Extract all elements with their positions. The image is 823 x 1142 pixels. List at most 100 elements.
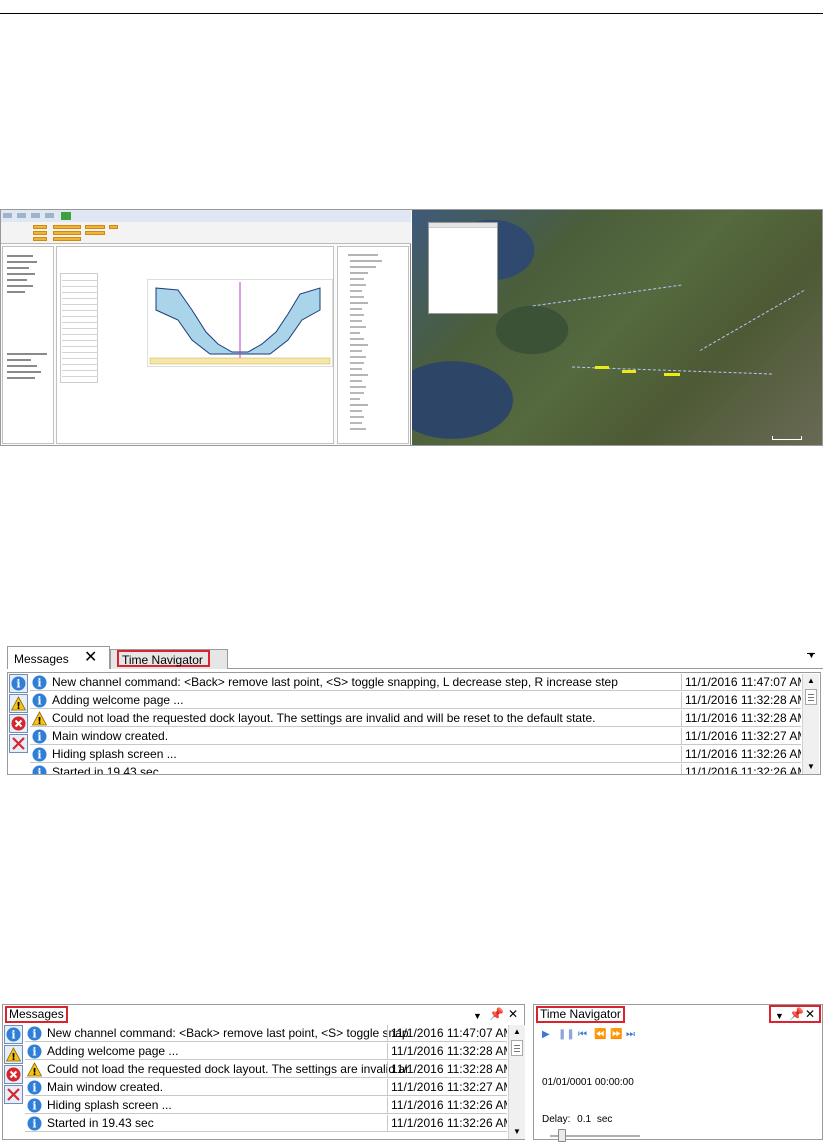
ribbon-button[interactable] [109, 225, 118, 229]
svg-text:i: i [32, 1118, 36, 1131]
tree-item[interactable] [7, 279, 27, 281]
svg-text:i: i [16, 678, 20, 691]
message-text: Adding welcome page ... [52, 693, 184, 707]
scroll-thumb[interactable] [805, 689, 817, 705]
message-row[interactable]: i New channel command: <Back> remove last… [30, 674, 801, 691]
satellite-map-view[interactable] [412, 210, 822, 445]
filter-error-button[interactable] [9, 714, 28, 733]
close-icon[interactable]: ✕ [84, 650, 97, 666]
message-row[interactable]: i Started in 19.43 sec 11/1/2016 11:32:26 … [30, 764, 801, 774]
message-row[interactable]: ! Could not load the requested dock layou… [25, 1061, 507, 1078]
first-frame-icon[interactable]: ⏮ [578, 1029, 587, 1041]
info-icon: i [32, 747, 47, 762]
message-text: Main window created. [47, 1080, 164, 1094]
error-icon [11, 716, 26, 731]
tree-item[interactable] [7, 377, 35, 379]
river-route [532, 284, 682, 307]
ribbon-tab[interactable] [45, 213, 54, 218]
ribbon-button[interactable] [33, 231, 47, 235]
tree-item[interactable] [7, 353, 47, 355]
filter-info-button[interactable]: i [9, 674, 28, 693]
message-row[interactable]: i Started in 19.43 sec 11/1/2016 11:32:26 … [25, 1115, 507, 1132]
filter-info-button[interactable]: i [4, 1025, 23, 1044]
properties-title-bar [429, 223, 497, 228]
messages-grid: i New channel command: <Back> remove last… [25, 1025, 507, 1139]
table-row [62, 370, 98, 371]
message-row[interactable]: i Hiding splash screen ... 11/1/2016 11:32… [25, 1097, 507, 1114]
scroll-up-icon[interactable]: ▲ [509, 1025, 525, 1039]
tree-item[interactable] [7, 273, 35, 275]
tree-item[interactable] [7, 255, 33, 257]
step-back-icon[interactable]: ⏪ [594, 1029, 606, 1041]
scroll-up-icon[interactable]: ▲ [803, 674, 819, 688]
cross-section-table[interactable] [60, 273, 98, 383]
tree-item[interactable] [7, 371, 41, 373]
close-icon[interactable]: ✕ [508, 1007, 518, 1021]
ribbon-tab-active[interactable] [61, 212, 71, 220]
panel-menu-arrow-icon[interactable]: ▼ [473, 1009, 482, 1023]
message-row[interactable]: i Adding welcome page ... 11/1/2016 11:32:… [25, 1043, 507, 1060]
info-icon: i [27, 1044, 42, 1059]
message-filter-bar: i ! [4, 1025, 23, 1104]
table-row [62, 310, 98, 311]
tree-item[interactable] [7, 261, 37, 263]
scroll-thumb[interactable] [511, 1040, 523, 1056]
pin-icon[interactable]: 📌 [489, 1007, 504, 1021]
scroll-down-icon[interactable]: ▼ [509, 1125, 525, 1139]
messages-scrollbar[interactable]: ▲ ▼ [508, 1025, 525, 1139]
message-time: 11/1/2016 11:32:26 AM [685, 765, 801, 774]
tree-item[interactable] [7, 291, 25, 293]
panel-menu-arrow-icon[interactable]: ▼ [775, 1009, 784, 1023]
clear-messages-button[interactable] [4, 1085, 23, 1104]
tab-time-navigator[interactable]: Time Navigator [110, 649, 228, 669]
ribbon-tab[interactable] [17, 213, 26, 218]
filter-warning-button[interactable]: ! [9, 694, 28, 713]
info-icon: i [27, 1098, 42, 1113]
message-row[interactable]: i New channel command: <Back> remove last… [25, 1025, 507, 1042]
ribbon-button[interactable] [33, 225, 47, 229]
error-icon [6, 1067, 21, 1082]
dock-menu-arrow-icon[interactable]: ▼ [807, 651, 816, 660]
close-icon[interactable]: ✕ [805, 1007, 815, 1021]
pin-icon[interactable]: 📌 [789, 1007, 804, 1021]
message-row[interactable]: i Main window created. 11/1/2016 11:32:27 … [30, 728, 801, 745]
scroll-down-icon[interactable]: ▼ [803, 760, 819, 774]
svg-text:i: i [32, 1028, 36, 1041]
ribbon-button[interactable] [53, 237, 81, 241]
last-frame-icon[interactable]: ⏭ [626, 1029, 635, 1041]
map-scale-bar [772, 436, 802, 440]
slider-knob[interactable] [558, 1129, 566, 1142]
tree-item[interactable] [7, 267, 29, 269]
ribbon-button[interactable] [85, 231, 105, 235]
play-icon[interactable]: ▶ [542, 1029, 550, 1041]
column-divider [681, 710, 682, 727]
filter-error-button[interactable] [4, 1065, 23, 1084]
message-row[interactable]: i Adding welcome page ... 11/1/2016 11:32:… [30, 692, 801, 709]
svg-text:!: ! [11, 1052, 16, 1062]
ribbon-tab[interactable] [31, 213, 40, 218]
message-row[interactable]: i Hiding splash screen ... 11/1/2016 11:32… [30, 746, 801, 763]
column-divider [387, 1079, 388, 1096]
time-navigator-header: Time Navigator ▼ 📌 ✕ [534, 1005, 822, 1024]
tree-item[interactable] [7, 365, 37, 367]
delay-slider[interactable] [550, 1129, 640, 1142]
tree-item[interactable] [7, 359, 31, 361]
ribbon-button[interactable] [53, 225, 81, 229]
ribbon-button[interactable] [33, 237, 47, 241]
pause-icon[interactable]: ❚❚ [558, 1029, 575, 1041]
filter-warning-button[interactable]: ! [4, 1045, 23, 1064]
svg-text:i: i [32, 1100, 36, 1113]
messages-scrollbar[interactable]: ▲ ▼ [802, 674, 819, 774]
tab-messages[interactable]: Messages ✕ [7, 646, 110, 669]
ribbon-button[interactable] [53, 231, 81, 235]
message-row[interactable]: ! Could not load the requested dock layou… [30, 710, 801, 727]
clear-messages-button[interactable] [9, 734, 28, 753]
ribbon-tab[interactable] [3, 213, 12, 218]
current-time-readout: 01/01/0001 00:00:00 [542, 1077, 634, 1088]
message-text: Started in 19.43 sec [47, 1116, 154, 1130]
message-row[interactable]: i Main window created. 11/1/2016 11:32:27 … [25, 1079, 507, 1096]
info-icon: i [32, 729, 47, 744]
ribbon-button[interactable] [85, 225, 105, 229]
step-forward-icon[interactable]: ⏩ [610, 1029, 622, 1041]
tree-item[interactable] [7, 285, 33, 287]
